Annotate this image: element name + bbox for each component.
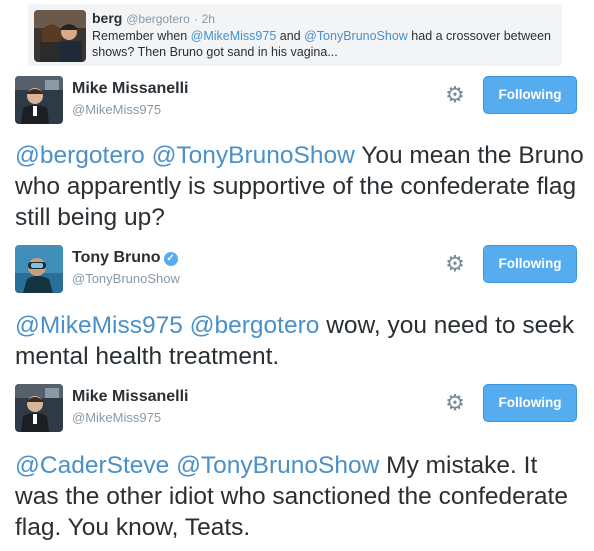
gear-icon[interactable]: ⚙ [442,251,468,277]
avatar[interactable] [15,245,63,293]
gear-icon[interactable]: ⚙ [442,390,468,416]
text-segment [183,312,190,339]
author-name[interactable]: Mike Missanelli [72,80,189,98]
author-name-text: Tony Bruno [72,249,161,266]
quoted-separator: · [193,12,198,26]
mention-link[interactable]: @MikeMiss975 [15,312,183,339]
following-button[interactable]: Following [483,384,577,422]
quoted-text-segment: and [276,29,305,43]
tweet-text: @CaderSteve @TonyBrunoShow My mistake. I… [15,450,585,543]
quoted-author-handle[interactable]: @bergotero [126,12,190,26]
author-name[interactable]: Mike Missanelli [72,388,189,406]
quoted-author-line: berg @bergotero · 2h [92,10,215,26]
avatar[interactable] [15,384,63,432]
mention-link[interactable]: @TonyBrunoShow [152,142,355,169]
following-button[interactable]: Following [483,245,577,283]
mention-link[interactable]: @bergotero [190,312,320,339]
tweet-header: Mike Missanelli @MikeMiss975 ⚙ Following [0,384,594,434]
quoted-tweet-text: Remember when @MikeMiss975 and @TonyBrun… [92,28,556,60]
author-name-text: Mike Missanelli [72,80,189,97]
text-segment [145,142,152,169]
author-handle[interactable]: @MikeMiss975 [72,102,161,117]
quoted-timestamp[interactable]: 2h [202,12,215,26]
following-button[interactable]: Following [483,76,577,114]
avatar[interactable] [15,76,63,124]
author-name[interactable]: Tony Bruno ✓ [72,249,178,267]
tweet-header: Mike Missanelli @MikeMiss975 ⚙ Following [0,76,594,126]
quoted-avatar[interactable] [34,10,86,62]
mention-link[interactable]: @CaderSteve [15,452,169,479]
mention-link[interactable]: @bergotero [15,142,145,169]
quoted-text-segment: Remember when [92,29,191,43]
tweet-text: @bergotero @TonyBrunoShow You mean the B… [15,140,585,233]
author-name-text: Mike Missanelli [72,388,189,405]
verified-badge-icon: ✓ [163,252,178,266]
gear-icon[interactable]: ⚙ [442,82,468,108]
mention-link[interactable]: @MikeMiss975 [191,29,277,43]
tweet-header: Tony Bruno ✓ @TonyBrunoShow ⚙ Following [0,245,594,295]
tweet-text: @MikeMiss975 @bergotero wow, you need to… [15,310,585,372]
author-handle[interactable]: @TonyBrunoShow [72,271,180,286]
author-handle[interactable]: @MikeMiss975 [72,410,161,425]
mention-link[interactable]: @TonyBrunoShow [176,452,379,479]
quoted-tweet-card[interactable]: berg @bergotero · 2h Remember when @Mike… [28,4,562,66]
mention-link[interactable]: @TonyBrunoShow [304,29,408,43]
quoted-author-name[interactable]: berg [92,10,122,26]
